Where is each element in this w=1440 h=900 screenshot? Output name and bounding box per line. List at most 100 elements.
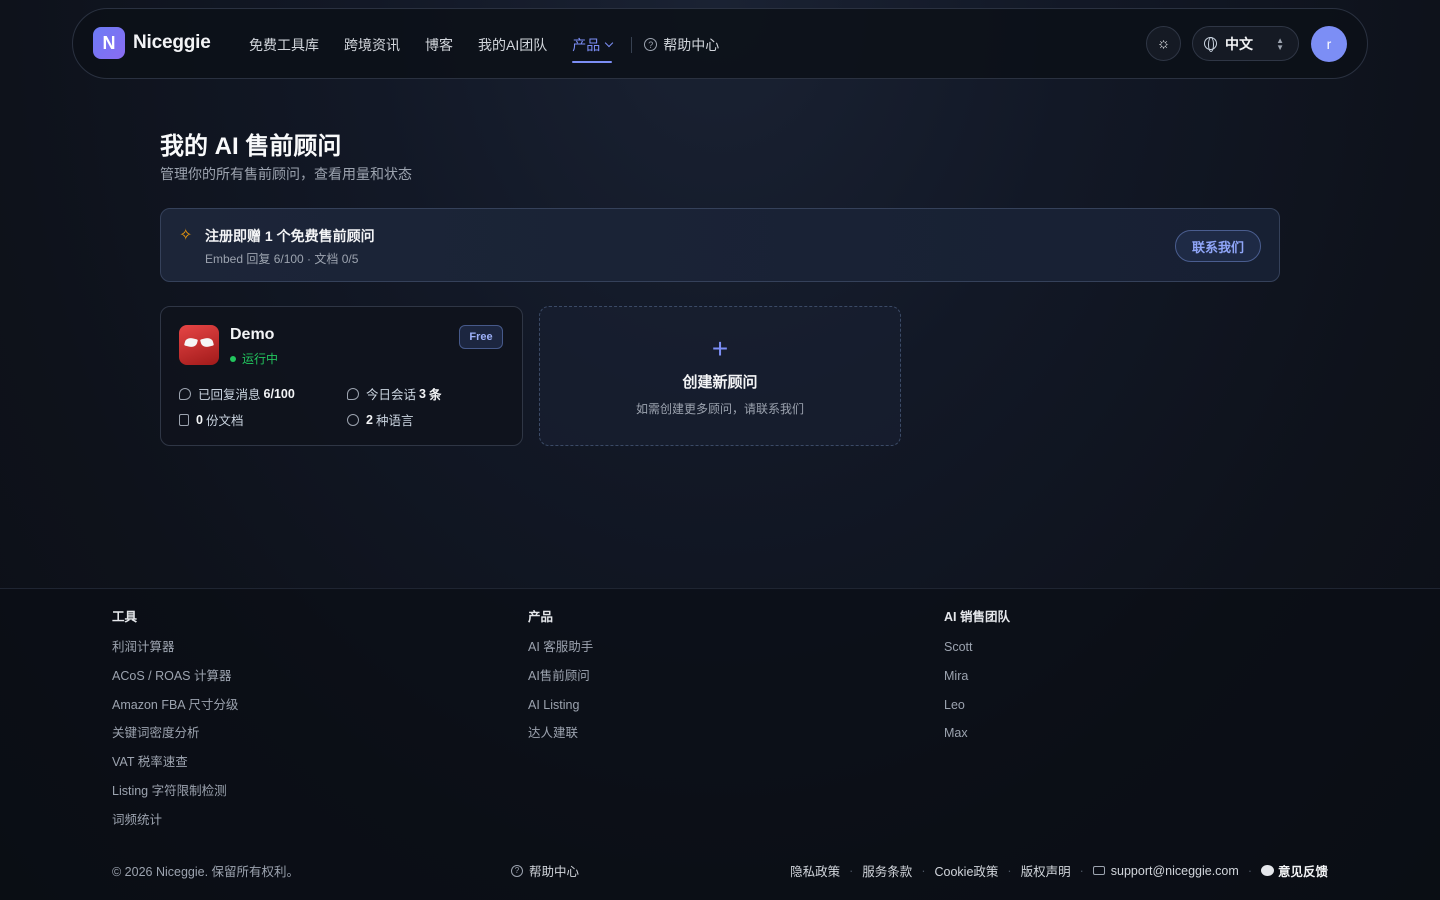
footer-link[interactable]: Listing 字符限制检测 <box>112 783 238 812</box>
footer-link[interactable]: Max <box>944 725 1010 754</box>
stat-docs-label: 份文档 <box>205 414 244 428</box>
banner-title: 注册即赠 1 个免费售前顾问 <box>205 228 375 244</box>
footer: 工具 利润计算器 ACoS / ROAS 计算器 Amazon FBA 尺寸分级… <box>0 588 1440 900</box>
advisor-avatar <box>179 325 219 365</box>
sparkle-icon: ✧ <box>179 227 193 244</box>
footer-team-column: AI 销售团队 Scott Mira Leo Max <box>944 606 1010 754</box>
nav-item-news[interactable]: 跨境资讯 <box>344 9 400 80</box>
status-dot-icon <box>230 355 236 362</box>
footer-link[interactable]: VAT 税率速查 <box>112 754 238 783</box>
footer-link[interactable]: Mira <box>944 668 1010 697</box>
user-avatar[interactable]: r <box>1311 26 1347 62</box>
page-subtitle: 管理你的所有售前顾问，查看用量和状态 <box>160 166 412 182</box>
separator: · <box>1079 863 1084 878</box>
advisor-card[interactable]: Demo 运行中 Free 已回复消息 6/100 今日会话 3 条 0 份文档… <box>160 306 523 446</box>
chat-icon <box>347 387 359 400</box>
support-email-link[interactable]: support@niceggie.com <box>1111 864 1239 878</box>
footer-link[interactable]: AI 客服助手 <box>528 639 593 668</box>
copyright: © 2026 Niceggie. 保留所有权利。 <box>112 865 300 879</box>
help-label: 帮助中心 <box>663 36 720 53</box>
advisor-status: 运行中 <box>230 350 278 367</box>
feedback-link[interactable]: 意见反馈 <box>1260 861 1328 880</box>
separator: · <box>849 863 854 878</box>
create-advisor-card[interactable]: + 创建新顾问 如需创建更多顾问，请联系我们 <box>539 306 901 446</box>
stat-replied-label: 已回复消息 <box>198 388 261 402</box>
contact-us-button[interactable]: 联系我们 <box>1175 230 1261 262</box>
separator: · <box>921 863 926 878</box>
footer-team-heading: AI 销售团队 <box>944 610 1010 624</box>
nav-item-products-label: 产品 <box>572 36 601 53</box>
logo-text: Niceggie <box>133 32 211 53</box>
page-title: 我的 AI 售前顾问 <box>160 133 342 160</box>
footer-products-column: 产品 AI 客服助手 AI售前顾问 AI Listing 达人建联 <box>528 606 593 754</box>
language-select[interactable]: 中文 ▲ ▼ <box>1192 26 1299 61</box>
stat-docs: 0 份文档 <box>179 410 243 429</box>
help-icon: ? <box>644 38 658 51</box>
stat-languages: 2 种语言 <box>347 410 413 429</box>
stat-replied: 已回复消息 6/100 <box>179 384 298 403</box>
footer-link[interactable]: AI售前顾问 <box>528 668 593 697</box>
terms-link[interactable]: 服务条款 <box>862 861 912 880</box>
separator: · <box>1247 863 1252 878</box>
cookie-link[interactable]: Cookie政策 <box>934 861 998 880</box>
footer-link[interactable]: Scott <box>944 639 1010 668</box>
chevron-down-icon <box>604 38 614 48</box>
footer-tools-column: 工具 利润计算器 ACoS / ROAS 计算器 Amazon FBA 尺寸分级… <box>112 606 238 841</box>
help-icon: ? <box>511 864 523 877</box>
language-value: 中文 <box>1225 35 1253 52</box>
footer-help-label: 帮助中心 <box>529 865 580 879</box>
create-title: 创建新顾问 <box>682 374 758 391</box>
nav-item-help-center[interactable]: ? 帮助中心 <box>644 9 719 80</box>
footer-link[interactable]: 利润计算器 <box>112 639 238 668</box>
advisor-name: Demo <box>230 326 275 343</box>
stat-today: 今日会话 3 条 <box>347 384 444 403</box>
nav-item-my-ai-team[interactable]: 我的AI团队 <box>478 9 547 80</box>
nav-item-products[interactable]: 产品 <box>572 9 614 80</box>
nav-item-free-tools[interactable]: 免费工具库 <box>249 9 319 80</box>
stat-today-label: 今日会话 <box>366 388 417 402</box>
plus-icon: + <box>711 333 729 364</box>
footer-products-heading: 产品 <box>528 610 554 624</box>
separator: · <box>1007 863 1012 878</box>
feedback-label: 意见反馈 <box>1277 865 1328 879</box>
footer-help-link[interactable]: ? 帮助中心 <box>511 861 579 880</box>
copyright-link[interactable]: 版权声明 <box>1021 861 1071 880</box>
updown-chevron-icon: ▲ ▼ <box>1276 36 1284 52</box>
chat-bubble-icon <box>1260 865 1274 876</box>
logo-badge: N <box>93 27 125 59</box>
mail-icon <box>1092 866 1105 875</box>
sun-icon: ☼ <box>1156 35 1171 52</box>
banner-usage: Embed 回复 6/100 · 文档 0/5 <box>205 252 359 266</box>
stat-lang-value: 2 <box>366 412 373 427</box>
top-navbar: N Niceggie 免费工具库 跨境资讯 博客 我的AI团队 产品 ? 帮助中… <box>72 8 1368 79</box>
create-subtitle: 如需创建更多顾问，请联系我们 <box>635 402 804 416</box>
main-menu: 免费工具库 跨境资讯 博客 我的AI团队 产品 ? 帮助中心 <box>249 9 744 80</box>
stat-lang-label: 种语言 <box>375 414 414 428</box>
stat-docs-value: 0 <box>196 412 203 427</box>
privacy-link[interactable]: 隐私政策 <box>790 861 840 880</box>
promo-banner: ✧ 注册即赠 1 个免费售前顾问 Embed 回复 6/100 · 文档 0/5… <box>160 208 1280 282</box>
logo[interactable]: N Niceggie <box>93 27 211 59</box>
footer-link[interactable]: AI Listing <box>528 697 593 726</box>
document-icon <box>179 413 189 426</box>
globe-icon <box>1204 37 1217 52</box>
footer-bottom-bar: © 2026 Niceggie. 保留所有权利。 ? 帮助中心 隐私政策 · 服… <box>112 861 1328 881</box>
globe-icon <box>347 413 359 426</box>
footer-link[interactable]: Amazon FBA 尺寸分级 <box>112 697 238 726</box>
stat-today-unit: 条 <box>428 388 442 402</box>
legal-links: 隐私政策 · 服务条款 · Cookie政策 · 版权声明 · support@… <box>790 861 1328 880</box>
footer-link[interactable]: Leo <box>944 697 1010 726</box>
nav-item-blog[interactable]: 博客 <box>425 9 453 80</box>
stat-replied-value: 6/100 <box>263 386 295 401</box>
stat-today-value: 3 <box>419 386 426 401</box>
footer-link[interactable]: ACoS / ROAS 计算器 <box>112 668 238 697</box>
footer-tools-heading: 工具 <box>112 610 138 624</box>
footer-link[interactable]: 词频统计 <box>112 812 238 841</box>
footer-link[interactable]: 达人建联 <box>528 725 593 754</box>
nav-divider <box>631 36 633 53</box>
plan-badge: Free <box>459 325 503 349</box>
chat-icon <box>179 387 191 400</box>
theme-toggle-button[interactable]: ☼ <box>1146 26 1181 61</box>
footer-link[interactable]: 关键词密度分析 <box>112 725 238 754</box>
status-label: 运行中 <box>242 352 279 366</box>
